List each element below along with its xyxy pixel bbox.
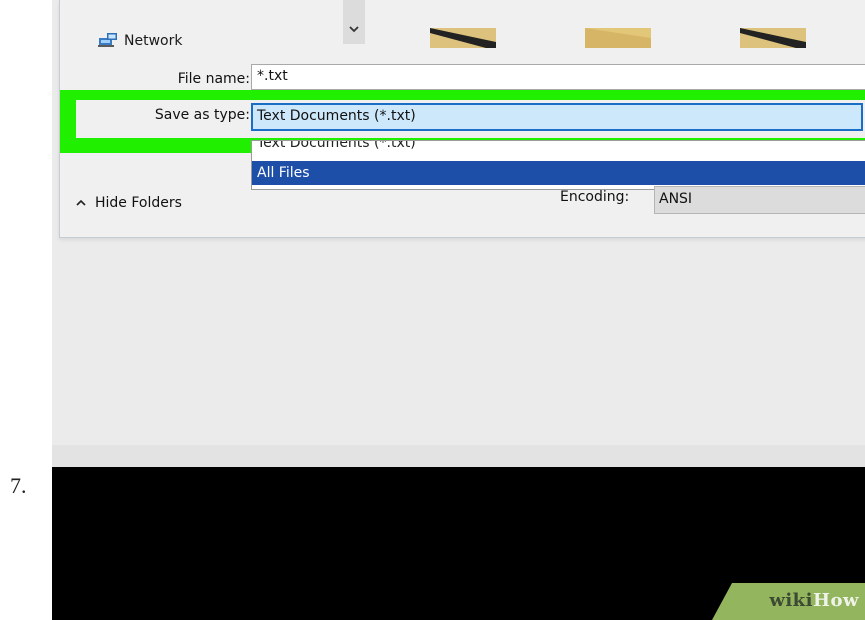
folder-thumbnail-icon[interactable] <box>430 28 496 48</box>
chevron-down-icon[interactable] <box>347 22 361 36</box>
taskbar-strip <box>52 445 865 467</box>
wikihow-watermark: wikiHow <box>769 590 859 611</box>
nav-item-network[interactable]: Network <box>98 30 182 52</box>
folder-thumbnail-icon[interactable] <box>585 28 651 48</box>
hide-folders-button[interactable]: Hide Folders <box>75 190 182 216</box>
save-as-dialog: Network File name: *.txt Save as type: T… <box>59 0 865 238</box>
step-number: 7. <box>10 473 27 498</box>
dropdown-option-all-files[interactable]: All Files <box>252 161 865 185</box>
wikihow-how-text: How <box>812 590 859 611</box>
encoding-select[interactable]: ANSI <box>654 186 865 214</box>
screenshot-frame: Network File name: *.txt Save as type: T… <box>52 0 865 620</box>
wikihow-wiki-text: wiki <box>769 590 813 611</box>
hide-folders-label: Hide Folders <box>95 195 182 211</box>
save-as-type-dropdown: Text Documents (*.txt) All Files <box>251 140 865 190</box>
encoding-label: Encoding: <box>560 189 630 205</box>
file-name-input[interactable]: *.txt <box>251 64 865 90</box>
save-as-type-select[interactable]: Text Documents (*.txt) <box>251 103 863 131</box>
chevron-up-icon <box>76 199 86 206</box>
folder-thumbnail-icon[interactable] <box>740 28 806 48</box>
nav-item-network-label: Network <box>124 33 183 49</box>
nav-scroll-strip[interactable] <box>343 0 365 44</box>
dropdown-option-text-documents[interactable]: Text Documents (*.txt) <box>252 141 865 159</box>
file-name-label: File name: <box>177 71 250 87</box>
save-as-type-label: Save as type: <box>154 107 250 123</box>
network-icon <box>98 31 118 51</box>
